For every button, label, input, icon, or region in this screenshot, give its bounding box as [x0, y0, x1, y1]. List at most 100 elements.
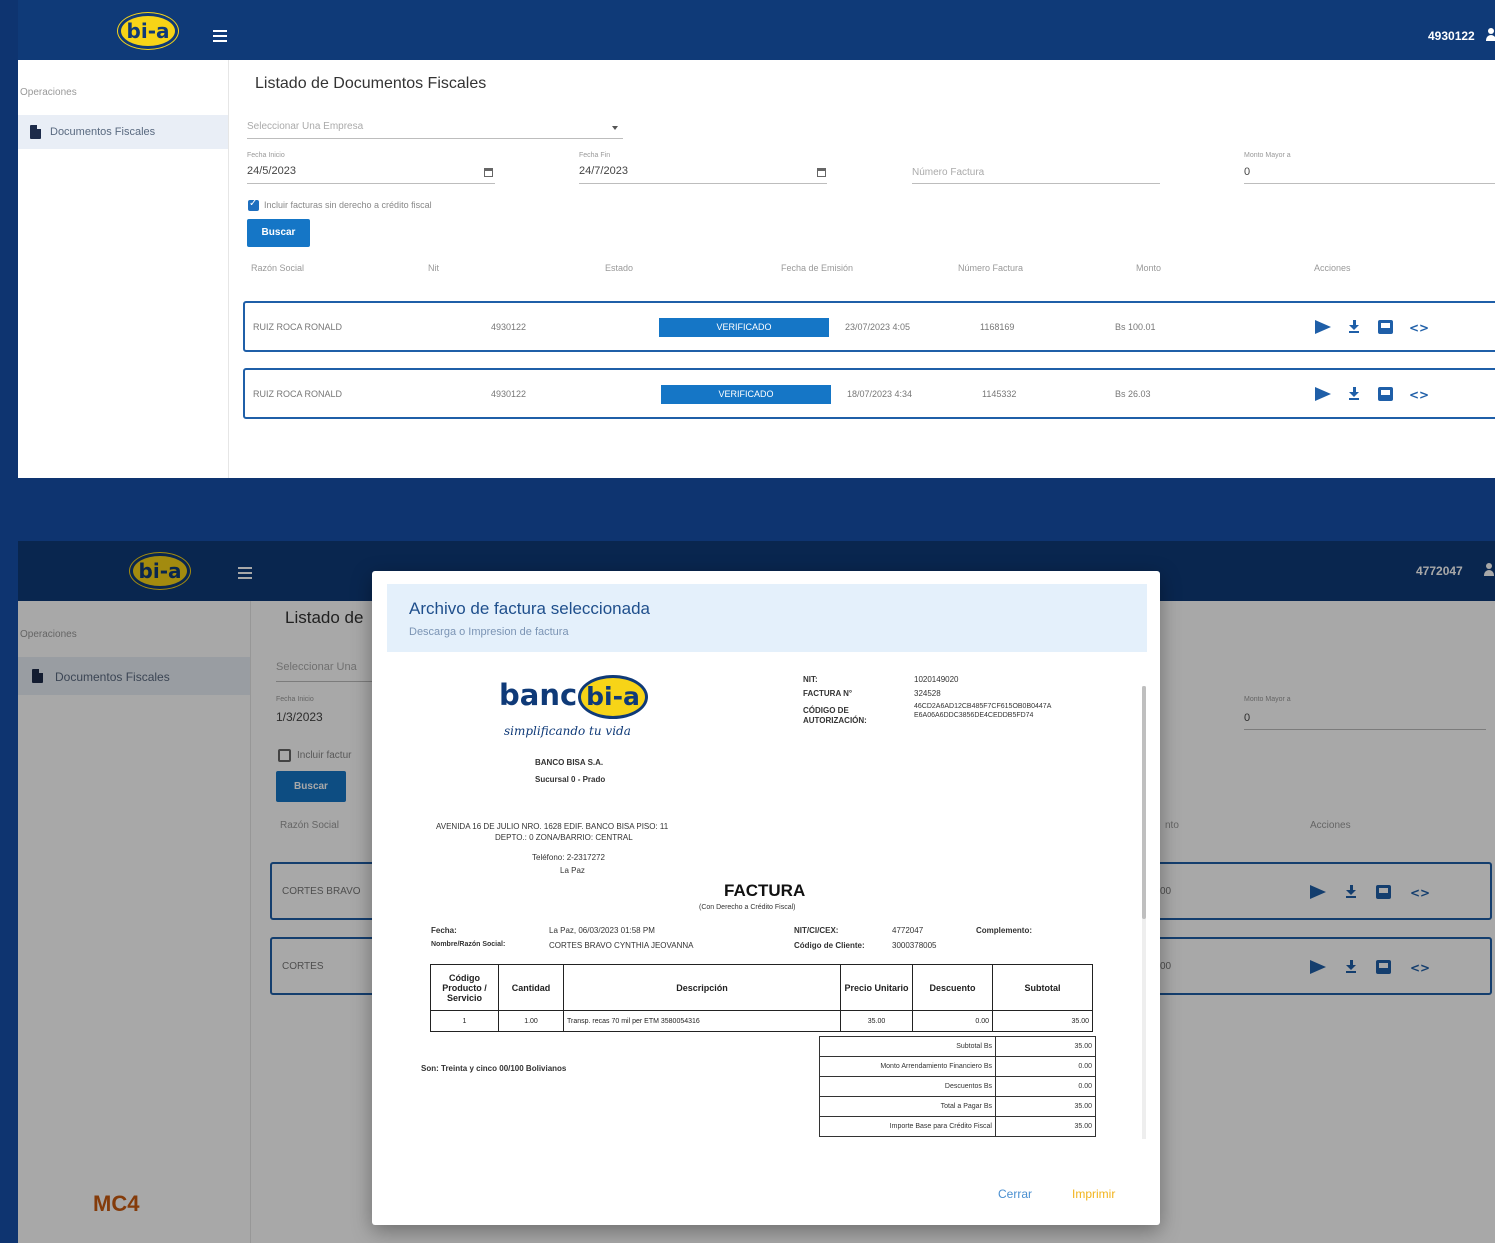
codigo-cliente-value: 3000378005 — [892, 941, 937, 950]
download-icon[interactable] — [1349, 320, 1359, 333]
td-subtotal: 35.00 — [992, 1010, 1093, 1032]
codigo-autorizacion-label: CÓDIGO DE — [803, 706, 849, 715]
sidebar-item-documentos-fiscales[interactable]: Documentos Fiscales — [18, 115, 228, 149]
td-descripcion: Transp. recas 70 mil per ETM 3580054316 — [563, 1010, 841, 1032]
company-select[interactable]: Seleccionar Una Empresa — [247, 121, 363, 132]
invoice-subheading: (Con Derecho a Crédito Fiscal) — [699, 904, 796, 911]
bisa-logo: bi-a — [118, 13, 178, 49]
status-badge: VERIFICADO — [659, 318, 829, 337]
col-razon-social: Razón Social — [251, 263, 305, 273]
table-row[interactable]: RUIZ ROCA RONALD 4930122 VERIFICADO 23/0… — [243, 301, 1495, 352]
col-nit: Nit — [428, 263, 439, 273]
invoice-preview[interactable]: banco bi-a simplificando tu vida BANCO B… — [394, 661, 1154, 1139]
scrollbar-thumb[interactable] — [1142, 686, 1146, 919]
branch-name: Sucursal 0 - Prado — [535, 775, 606, 784]
cell-numero: 1168169 — [980, 322, 1015, 332]
codigo-autorizacion-value-2: E6A06A6DDC3856DE4CEDDB5FD74 — [914, 712, 1034, 719]
calendar-icon[interactable] — [817, 168, 826, 177]
search-button[interactable]: Buscar — [247, 219, 310, 247]
cell-razon-social: RUIZ ROCA RONALD — [253, 389, 343, 399]
col-estado: Estado — [605, 263, 634, 273]
total-value: 35.00 — [995, 1036, 1096, 1057]
th-cantidad: Cantidad — [498, 964, 564, 1011]
modal-header: Archivo de factura seleccionada Descarga… — [387, 584, 1147, 652]
bank-logo-pill: bi-a — [578, 675, 648, 719]
total-label: Subtotal Bs — [819, 1036, 996, 1057]
fecha-inicio-label: Fecha Inicio — [247, 152, 285, 159]
col-monto: Monto — [1136, 263, 1162, 273]
cell-fecha: 18/07/2023 4:34 — [847, 389, 913, 399]
sidebar-item-label: Documentos Fiscales — [50, 126, 156, 138]
send-icon[interactable] — [1315, 387, 1331, 401]
status-badge: VERIFICADO — [661, 385, 831, 404]
col-numero-factura: Número Factura — [958, 263, 1024, 273]
print-icon[interactable] — [1378, 320, 1393, 334]
address-line-1: AVENIDA 16 DE JULIO NRO. 1628 EDIF. BANC… — [436, 822, 669, 831]
fecha-inicio-input[interactable]: 24/5/2023 — [247, 165, 296, 177]
td-descuento: 0.00 — [912, 1010, 993, 1032]
fecha-label: Fecha: — [431, 926, 457, 935]
total-value: 35.00 — [995, 1116, 1096, 1137]
th-subtotal: Subtotal — [992, 964, 1093, 1011]
total-value: 0.00 — [995, 1056, 1096, 1077]
include-checkbox[interactable] — [248, 198, 259, 211]
total-value: 0.00 — [995, 1076, 1096, 1097]
invoice-heading: FACTURA — [724, 881, 806, 900]
nit-label: NIT: — [803, 675, 818, 684]
col-acciones: Acciones — [1314, 263, 1351, 273]
document-icon — [30, 125, 41, 139]
numero-factura-input[interactable]: Número Factura — [912, 167, 984, 178]
phone: Teléfono: 2-2317272 — [532, 853, 605, 862]
fecha-fin-label: Fecha Fin — [579, 152, 611, 159]
close-button[interactable]: Cerrar — [998, 1187, 1032, 1201]
total-label: Monto Arrendamiento Financiero Bs — [819, 1056, 996, 1077]
company-name: BANCO BISA S.A. — [535, 758, 604, 767]
total-value: 35.00 — [995, 1096, 1096, 1117]
cell-nit: 4930122 — [491, 389, 527, 399]
invoice-modal: Archivo de factura seleccionada Descarga… — [372, 571, 1160, 1225]
cell-monto: Bs 26.03 — [1115, 389, 1151, 399]
modal-subtitle: Descarga o Impresion de factura — [409, 626, 569, 638]
bank-tagline: simplificando tu vida — [504, 724, 631, 738]
modal-title: Archivo de factura seleccionada — [409, 599, 650, 618]
calendar-icon[interactable] — [484, 168, 493, 177]
cell-numero: 1145332 — [982, 389, 1017, 399]
user-icon[interactable] — [1486, 28, 1495, 42]
sidebar-section-title: Operaciones — [20, 87, 77, 98]
download-icon[interactable] — [1349, 387, 1359, 400]
col-fecha-emision: Fecha de Emisión — [781, 263, 854, 273]
send-icon[interactable] — [1315, 320, 1331, 334]
chevron-down-icon[interactable] — [612, 126, 618, 130]
razon-social-label: Nombre/Razón Social: — [431, 941, 506, 948]
table-row[interactable]: RUIZ ROCA RONALD 4930122 VERIFICADO 18/0… — [243, 368, 1495, 419]
cell-razon-social: RUIZ ROCA RONALD — [253, 322, 343, 332]
total-label: Total a Pagar Bs — [819, 1096, 996, 1117]
top-bar: bi-a 4930122 — [18, 0, 1495, 60]
cell-monto: Bs 100.01 — [1115, 322, 1156, 332]
fecha-value: La Paz, 06/03/2023 01:58 PM — [549, 926, 655, 935]
page-title: Listado de Documentos Fiscales — [255, 75, 487, 92]
cell-nit: 4930122 — [491, 322, 527, 332]
factura-no-label: FACTURA N° — [803, 689, 853, 698]
codigo-autorizacion-label-2: AUTORIZACIÓN: — [803, 716, 867, 725]
print-button[interactable]: Imprimir — [1072, 1187, 1115, 1201]
factura-no-value: 324528 — [914, 689, 941, 698]
fecha-fin-input[interactable]: 24/7/2023 — [579, 165, 628, 177]
nit-value: 1020149020 — [914, 675, 959, 684]
invoice-items-table: Código Producto / Servicio Cantidad Desc… — [430, 964, 1093, 1032]
monto-mayor-label: Monto Mayor a — [1244, 152, 1291, 159]
code-icon[interactable]: <> — [1409, 321, 1429, 336]
print-icon[interactable] — [1378, 387, 1393, 401]
include-checkbox-label: Incluir facturas sin derecho a crédito f… — [264, 200, 432, 210]
address-line-2: DEPTO.: 0 ZONA/BARRIO: CENTRAL — [495, 833, 633, 842]
monto-mayor-input[interactable]: 0 — [1244, 166, 1250, 178]
total-label: Importe Base para Crédito Fiscal — [819, 1116, 996, 1137]
td-cantidad: 1.00 — [498, 1010, 564, 1032]
amount-in-words: Son: Treinta y cinco 00/100 Bolivianos — [421, 1064, 567, 1073]
menu-icon[interactable] — [213, 30, 227, 42]
th-descripcion: Descripción — [563, 964, 841, 1011]
code-icon[interactable]: <> — [1409, 388, 1429, 403]
td-codigo: 1 — [430, 1010, 499, 1032]
invoice-totals-table: Subtotal Bs 35.00 Monto Arrendamiento Fin… — [819, 1036, 1096, 1137]
razon-social-value: CORTES BRAVO CYNTHIA JEOVANNA — [549, 941, 694, 950]
